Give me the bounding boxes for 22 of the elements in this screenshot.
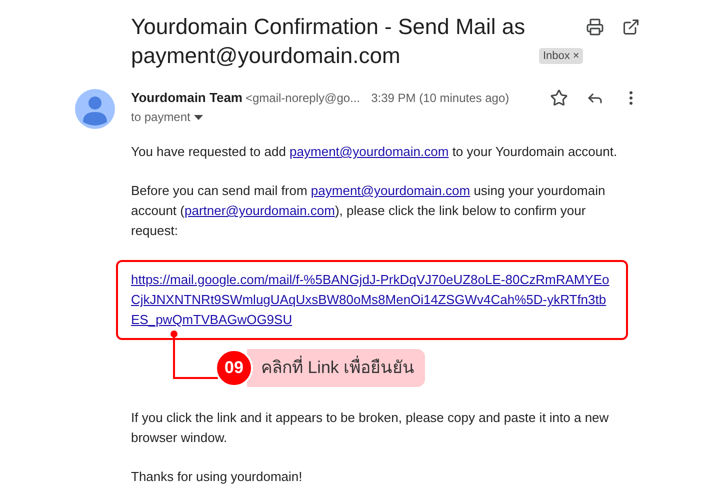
sender-address: <gmail-noreply@go...: [245, 90, 360, 107]
email-link[interactable]: payment@yourdomain.com: [290, 144, 449, 159]
sent-time: 3:39 PM (10 minutes ago): [371, 90, 510, 107]
label-chip[interactable]: Inbox ×: [539, 48, 584, 64]
body-text: If you click the link and it appears to be broken, please copy and paste it into a new browser window.: [131, 409, 610, 447]
remove-label-button[interactable]: ×: [572, 48, 580, 64]
annotation-label: คลิกที่ Link เพื่อยืนยัน: [247, 349, 425, 387]
print-icon[interactable]: [586, 18, 604, 36]
dropdown-icon[interactable]: [194, 114, 204, 120]
avatar-icon: [75, 89, 115, 129]
confirmation-link[interactable]: https://mail.google.com/mail/f-%5BANGjdJ-PrkDqVJ70eUZ8oLE-80CzRmRAMYEoCjkJNXNTNRt9SWmlugUAqUxsBW80oMs8MenOi14ZSGWv4Cah%5D-ykRTfn3tbES_pwQmTVBAGwOG9SU: [131, 270, 613, 330]
step-number-badge: 09: [215, 349, 253, 387]
body-text: Thanks for using yourdomain!: [131, 468, 304, 486]
star-icon[interactable]: [550, 89, 568, 107]
email-subject: Yourdomain Confirmation - Send Mail as payment@yourdomain.com: [131, 13, 526, 70]
email-link[interactable]: payment@yourdomain.com: [310, 183, 470, 198]
sender-name: Yourdomain Team: [131, 89, 242, 107]
body-text: Before you can send mail from payment@yourdomain.com using your yourdomain account (partner@yourdomain.com), please click the link below to confirm your request:: [131, 182, 606, 240]
recipient-text: to payment: [131, 109, 190, 126]
email-link[interactable]: partner@yourdomain.com: [184, 203, 335, 218]
new-window-icon[interactable]: [622, 18, 640, 36]
body-text: You have requested to add payment@yourdomain.com to your Yourdomain account.: [131, 143, 618, 161]
